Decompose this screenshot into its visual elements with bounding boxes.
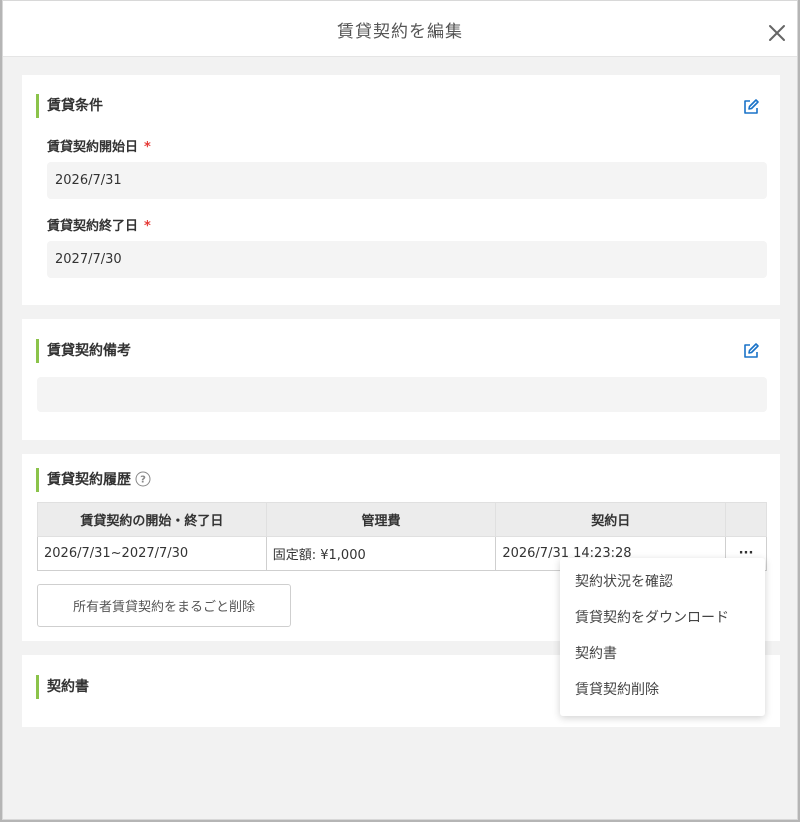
modal-title: 賃貸契約を編集 [337,22,463,42]
menu-item-delete[interactable]: 賃貸契約削除 [560,678,765,714]
start-date-field[interactable]: 2026/7/31 [47,162,767,199]
required-mark: * [144,219,151,234]
history-table-header: 賃貸契約の開始・終了日 管理費 契約日 [37,502,767,537]
menu-item-check-status[interactable]: 契約状況を確認 [560,570,765,606]
cell-period: 2026/7/31~2027/7/30 [37,536,267,571]
column-header-actions [725,502,767,537]
end-date-label: 賃貸契約終了日 * [47,215,151,234]
column-header-period: 賃貸契約の開始・終了日 [37,502,267,537]
rental-conditions-card: 賃貸条件 賃貸契約開始日 * 2026/7/31 賃貸契約終了日 * 2027/7/… [22,75,780,305]
end-date-label-text: 賃貸契約終了日 [47,219,139,234]
cell-fee: 固定額: ¥1,000 [265,536,497,571]
end-date-field[interactable]: 2027/7/30 [47,241,767,278]
svg-text:?: ? [140,475,146,486]
contract-memo-card: 賃貸契約備考 [22,319,780,440]
column-header-fee: 管理費 [265,502,497,537]
start-date-label-text: 賃貸契約開始日 [47,140,139,155]
help-icon[interactable]: ? [135,471,151,487]
edit-icon[interactable] [742,98,760,116]
menu-item-download[interactable]: 賃貸契約をダウンロード [560,606,765,642]
column-header-contract-date: 契約日 [495,502,727,537]
memo-field [37,377,767,412]
contract-history-title: 賃貸契約履歴? [36,468,151,492]
rental-conditions-title: 賃貸条件 [36,94,103,118]
delete-all-contracts-button[interactable]: 所有者賃貸契約をまるごと削除 [37,584,291,627]
row-actions-menu: 契約状況を確認 賃貸契約をダウンロード 契約書 賃貸契約削除 [560,558,765,716]
start-date-label: 賃貸契約開始日 * [47,136,151,155]
close-icon[interactable] [765,21,789,45]
contract-history-title-text: 賃貸契約履歴 [47,472,131,488]
contract-document-title: 契約書 [36,675,89,699]
edit-icon[interactable] [742,342,760,360]
menu-item-contract-document[interactable]: 契約書 [560,642,765,678]
required-mark: * [144,140,151,155]
contract-memo-title: 賃貸契約備考 [36,339,131,363]
modal-header: 賃貸契約を編集 [3,1,797,57]
